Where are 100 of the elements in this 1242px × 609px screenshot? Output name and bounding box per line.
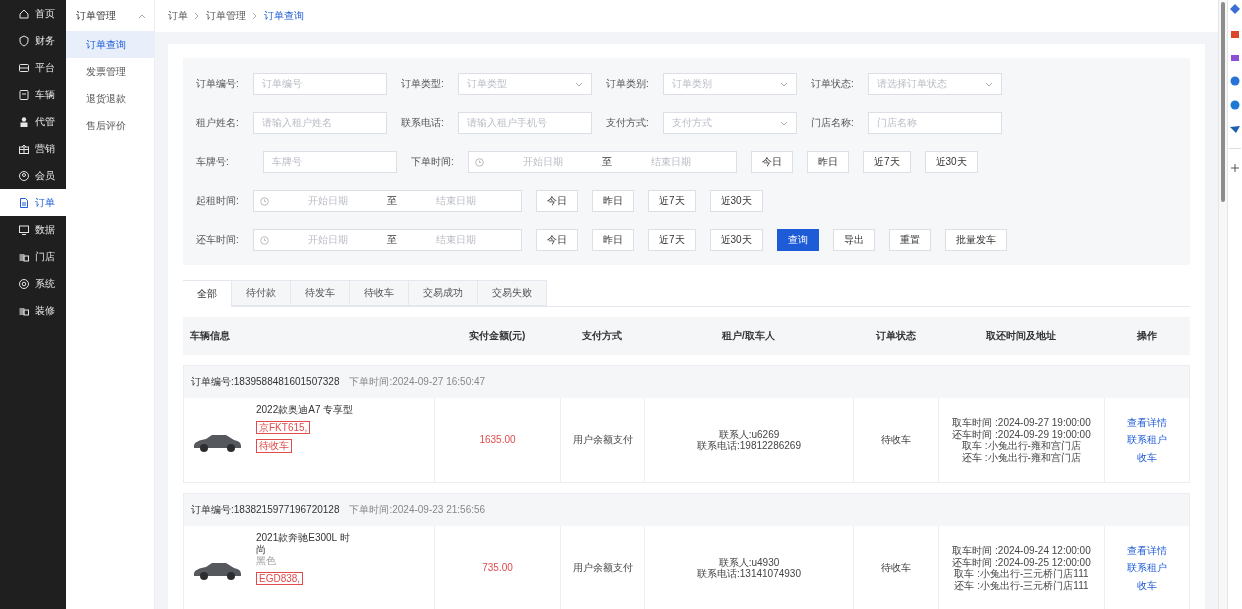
- nav-item[interactable]: 车辆: [0, 81, 66, 108]
- shield-icon: [18, 34, 30, 47]
- nav-item[interactable]: 平台: [0, 54, 66, 81]
- column-header: 操作: [1136, 329, 1158, 343]
- breadcrumb-link[interactable]: 订单: [168, 9, 188, 23]
- filter-button[interactable]: 今日: [536, 229, 578, 251]
- field-label: 订单状态:: [811, 77, 855, 91]
- action-link[interactable]: 联系租户: [1127, 562, 1167, 574]
- submenu-item[interactable]: 发票管理: [66, 58, 154, 85]
- breadcrumb-link[interactable]: 订单管理: [206, 9, 246, 23]
- filter-button[interactable]: 近30天: [924, 151, 978, 173]
- pickup-return-detail: 还车时间 :2024-09-25 12:00:00: [952, 556, 1091, 568]
- chevron-down-icon: [780, 81, 788, 87]
- contact-phone: 联系电话:13141074930: [697, 568, 801, 580]
- pickup-return-detail: 取车 :小兔出行-雍和宫门店: [962, 440, 1081, 452]
- document-icon: [18, 196, 30, 209]
- submenu-header[interactable]: 订单管理: [66, 0, 154, 31]
- filter-button[interactable]: 昨日: [592, 190, 634, 212]
- search-button[interactable]: 查询: [776, 229, 819, 251]
- order-time: 下单时间:2024-09-27 16:50:47: [349, 375, 486, 389]
- vehicle-name: 2022款奥迪A7 专享型: [256, 404, 355, 416]
- order-status: 待收车: [881, 434, 911, 446]
- settings-icon: [18, 277, 30, 290]
- action-link[interactable]: 查看详情: [1127, 544, 1167, 557]
- clock-icon: [260, 235, 269, 245]
- field-label: 订单类型:: [401, 77, 445, 91]
- column-header: 车辆信息: [189, 329, 231, 343]
- filter-button[interactable]: 近7天: [648, 190, 696, 212]
- amount: 735.00: [482, 562, 513, 574]
- field-label: 支付方式:: [606, 116, 650, 130]
- contact-name: 联系人:u4930: [718, 556, 780, 568]
- filter-button[interactable]: 近7天: [863, 151, 911, 173]
- nav-item[interactable]: 订单: [0, 189, 66, 216]
- action-link[interactable]: 查看详情: [1127, 416, 1167, 429]
- submenu-item[interactable]: 订单查询: [66, 31, 154, 58]
- nav-item[interactable]: 会员: [0, 162, 66, 189]
- contact-name: 联系人:u6269: [718, 428, 780, 440]
- filter-button[interactable]: 昨日: [807, 151, 849, 173]
- nav-item[interactable]: 系统: [0, 270, 66, 297]
- box-icon: [18, 88, 30, 101]
- field-label: 下单时间:: [411, 155, 455, 169]
- nav-item[interactable]: 财务: [0, 27, 66, 54]
- column-header: 订单状态: [874, 329, 917, 343]
- column-header: 实付金额(元): [467, 329, 527, 343]
- nav-item[interactable]: 首页: [0, 0, 66, 27]
- field-label: 车牌号:: [196, 155, 230, 169]
- order-number: 订单编号:1839588481601507328: [191, 375, 340, 389]
- filter-button[interactable]: 今日: [536, 190, 578, 212]
- pickup-return-detail: 取车 :小兔出行-三元桥门店111: [954, 568, 1089, 580]
- circle-icon: [1230, 100, 1240, 110]
- vehicle-name: 2021款奔驰E300L 时尚: [256, 532, 351, 555]
- scrollbar-thumb[interactable]: [1221, 2, 1225, 202]
- chevron-right-icon: [194, 12, 200, 20]
- pickup-return-detail: 还车时间 :2024-09-29 19:00:00: [952, 428, 1091, 440]
- filter-button[interactable]: 导出: [832, 229, 875, 251]
- user-circle-icon: [18, 169, 30, 182]
- chevron-down-icon: [780, 120, 788, 126]
- vehicle-color: 黑色: [256, 555, 277, 567]
- filter-button[interactable]: 近30天: [709, 229, 763, 251]
- nav-item[interactable]: 营销: [0, 135, 66, 162]
- submenu-item[interactable]: 退货退款: [66, 85, 154, 112]
- filter-button[interactable]: 今日: [751, 151, 793, 173]
- filter-button[interactable]: 批量发车: [944, 229, 1007, 251]
- nav-item[interactable]: 装修: [0, 297, 66, 324]
- person-icon: [18, 115, 30, 128]
- home-icon: [18, 7, 30, 20]
- diamond-icon: [1230, 4, 1240, 14]
- nav-item[interactable]: 门店: [0, 243, 66, 270]
- pickup-return-detail: 还车 :小兔出行-三元桥门店111: [954, 579, 1089, 591]
- gift-icon: [18, 142, 30, 155]
- action-link[interactable]: 联系租户: [1127, 434, 1167, 446]
- filter-button[interactable]: 重置: [888, 229, 931, 251]
- filter-button[interactable]: 近30天: [709, 190, 763, 212]
- pickup-return-detail: 取车时间 :2024-09-27 19:00:00: [952, 417, 1091, 429]
- order-number: 订单编号:1838215977196720128: [191, 503, 340, 517]
- contact-phone: 联系电话:19812286269: [697, 440, 801, 452]
- clock-icon: [260, 196, 269, 206]
- action-link[interactable]: 收车: [1137, 579, 1157, 592]
- field-label: 订单类别:: [606, 77, 650, 91]
- payment-method: 用户余额支付: [572, 562, 633, 574]
- chevron-down-icon: [575, 81, 583, 87]
- amount: 1635.00: [479, 434, 516, 446]
- pickup-return-detail: 还车 :小兔出行-雍和宫门店: [962, 451, 1081, 463]
- field-label: 起租时间:: [196, 194, 240, 208]
- order-status: 待收车: [881, 562, 911, 574]
- pickup-return-detail: 取车时间 :2024-09-24 12:00:00: [952, 545, 1091, 557]
- monitor-icon: [18, 223, 30, 236]
- chevron-down-icon: [985, 81, 993, 87]
- field-label: 订单编号:: [196, 77, 240, 91]
- submenu-item[interactable]: 售后评价: [66, 112, 154, 139]
- filter-button[interactable]: 近7天: [648, 229, 696, 251]
- chevron-up-icon: [138, 12, 146, 19]
- nav-item[interactable]: 数据: [0, 216, 66, 243]
- column-header: 取还时间及地址: [985, 329, 1057, 343]
- action-link[interactable]: 收车: [1137, 451, 1157, 464]
- payment-method: 用户余额支付: [572, 434, 633, 446]
- column-header: 支付方式: [581, 329, 623, 343]
- nav-item[interactable]: 代管: [0, 108, 66, 135]
- breadcrumb-link[interactable]: 订单查询: [264, 9, 304, 23]
- filter-button[interactable]: 昨日: [592, 229, 634, 251]
